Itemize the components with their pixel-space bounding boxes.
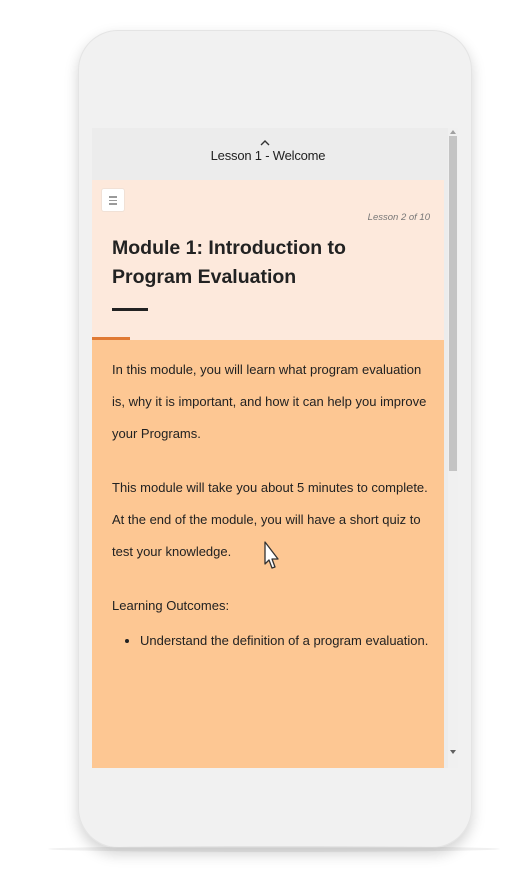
course-screen: Lesson 1 - Welcome Lesson 2 of 10 Module… — [92, 128, 458, 768]
lesson-body: In this module, you will learn what prog… — [92, 340, 444, 768]
previous-lesson-link[interactable]: Lesson 1 - Welcome — [92, 128, 444, 180]
hamburger-menu-icon[interactable] — [102, 189, 124, 211]
intro-paragraph: In this module, you will learn what prog… — [112, 362, 427, 441]
scroll-down-arrow-icon[interactable] — [450, 750, 456, 754]
scrollbar[interactable] — [448, 128, 458, 768]
list-item: Understand the definition of a program e… — [140, 630, 432, 652]
previous-lesson-label: Lesson 1 - Welcome — [210, 148, 326, 163]
outcomes-heading: Learning Outcomes: — [112, 598, 230, 613]
phone-frame: Lesson 1 - Welcome Lesson 2 of 10 Module… — [78, 30, 472, 848]
module-title: Module 1: Introduction to Program Evalua… — [112, 237, 346, 288]
chevron-up-icon — [260, 140, 270, 146]
lesson-count: Lesson 2 of 10 — [367, 212, 430, 223]
scroll-up-arrow-icon[interactable] — [450, 130, 456, 134]
lesson-header: Lesson 2 of 10 Module 1: Introduction to… — [92, 180, 444, 340]
phone-shadow — [48, 846, 500, 852]
lesson-text: In this module, you will learn what prog… — [112, 354, 432, 652]
outcomes-list: Understand the definition of a program e… — [112, 630, 432, 652]
scrollbar-thumb[interactable] — [449, 136, 457, 471]
title-divider — [112, 308, 148, 311]
duration-paragraph: This module will take you about 5 minute… — [112, 480, 428, 559]
